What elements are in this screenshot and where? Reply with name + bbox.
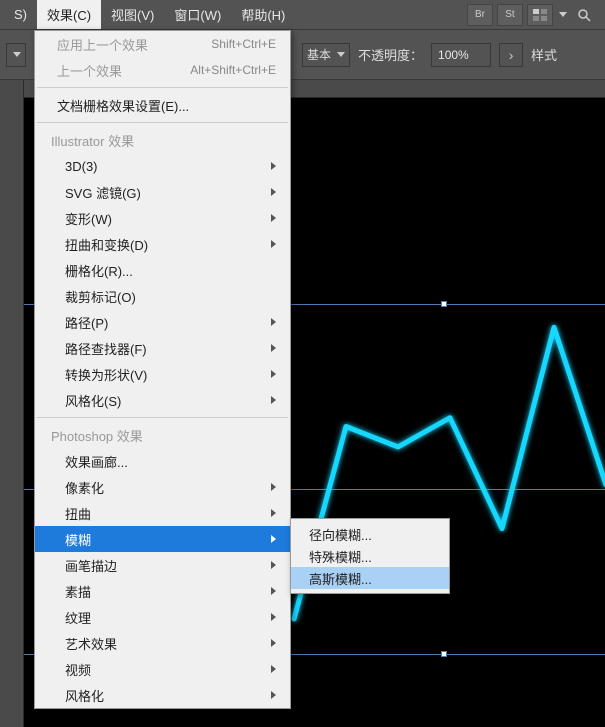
style-label: 样式 (531, 45, 557, 64)
submenu-arrow-icon (271, 188, 276, 196)
submenu-arrow-icon (271, 318, 276, 326)
basic-label: 基本 (307, 46, 331, 63)
submenu-arrow-icon (271, 613, 276, 621)
search-icon[interactable] (571, 4, 597, 26)
menu-label: 转换为形状(V) (65, 365, 147, 384)
submenu-arrow-icon (271, 639, 276, 647)
options-left-fragment[interactable] (6, 43, 26, 67)
shortcut: Alt+Shift+Ctrl+E (190, 63, 276, 77)
ai-effect-item[interactable]: 转换为形状(V) (35, 361, 290, 387)
ps-effect-item[interactable]: 风格化 (35, 682, 290, 708)
menu-label: 模糊 (65, 530, 91, 549)
submenu-arrow-icon (271, 162, 276, 170)
ai-effect-item[interactable]: 3D(3) (35, 153, 290, 179)
submenu-arrow-icon (271, 665, 276, 673)
menu-label: 路径(P) (65, 313, 108, 332)
ps-effect-item[interactable]: 艺术效果 (35, 630, 290, 656)
opacity-input[interactable]: 100% (431, 43, 491, 67)
submenu-arrow-icon (271, 370, 276, 378)
ai-effect-item[interactable]: 扭曲和变换(D) (35, 231, 290, 257)
menu-label: 纹理 (65, 608, 91, 627)
menu-label: 效果画廊... (65, 452, 128, 471)
opacity-more-button[interactable]: › (499, 43, 523, 67)
chevron-down-icon[interactable] (559, 12, 567, 17)
submenu-arrow-icon (271, 509, 276, 517)
submenu-arrow-icon (271, 214, 276, 222)
menu-label: 路径查找器(F) (65, 339, 147, 358)
submenu-arrow-icon (271, 240, 276, 248)
menu-label: 扭曲 (65, 504, 91, 523)
menu-separator (37, 122, 288, 123)
submenu-arrow-icon (271, 396, 276, 404)
ruler-vertical (0, 80, 24, 727)
menu-separator (37, 417, 288, 418)
stock-icon[interactable]: St (497, 4, 523, 26)
menu-separator (37, 87, 288, 88)
ai-effect-item[interactable]: SVG 滤镜(G) (35, 179, 290, 205)
menu-label: 素描 (65, 582, 91, 601)
ps-effect-item[interactable]: 像素化 (35, 474, 290, 500)
menu-label: 上一个效果 (57, 61, 122, 80)
submenu-arrow-icon (271, 535, 276, 543)
chevron-down-icon (13, 52, 21, 57)
workspace-switcher-icon[interactable] (527, 4, 553, 26)
menu-view[interactable]: 视图(V) (101, 0, 164, 29)
ai-effect-item[interactable]: 栅格化(R)... (35, 257, 290, 283)
menu-help[interactable]: 帮助(H) (231, 0, 295, 29)
submenu-arrow-icon (271, 691, 276, 699)
apply-last-effect: 应用上一个效果 Shift+Ctrl+E (35, 31, 290, 57)
chevron-down-icon (337, 52, 345, 57)
submenu-arrow-icon (271, 561, 276, 569)
basic-dropdown[interactable]: 基本 (302, 43, 350, 67)
shortcut: Shift+Ctrl+E (211, 37, 276, 51)
ps-effect-item[interactable]: 纹理 (35, 604, 290, 630)
menu-window[interactable]: 窗口(W) (164, 0, 231, 29)
last-effect: 上一个效果 Alt+Shift+Ctrl+E (35, 57, 290, 83)
ai-effect-item[interactable]: 裁剪标记(O) (35, 283, 290, 309)
menu-label: 视频 (65, 660, 91, 679)
ai-effect-item[interactable]: 路径(P) (35, 309, 290, 335)
menubar: S) 效果(C) 视图(V) 窗口(W) 帮助(H) Br St (0, 0, 605, 30)
submenu-arrow-icon (271, 587, 276, 595)
ai-effect-item[interactable]: 变形(W) (35, 205, 290, 231)
menu-label: 文档栅格效果设置(E)... (57, 96, 189, 115)
ps-effect-item[interactable]: 画笔描边 (35, 552, 290, 578)
section-photoshop: Photoshop 效果 (35, 422, 290, 448)
ps-effect-item[interactable]: 视频 (35, 656, 290, 682)
bridge-icon[interactable]: Br (467, 4, 493, 26)
menu-label: 变形(W) (65, 209, 112, 228)
effects-dropdown: 应用上一个效果 Shift+Ctrl+E 上一个效果 Alt+Shift+Ctr… (34, 30, 291, 709)
submenu-arrow-icon (271, 483, 276, 491)
menu-label: 风格化 (65, 686, 104, 705)
section-illustrator: Illustrator 效果 (35, 127, 290, 153)
menu-label: 风格化(S) (65, 391, 121, 410)
menu-label: 裁剪标记(O) (65, 287, 136, 306)
menu-label: 扭曲和变换(D) (65, 235, 148, 254)
menu-label: 应用上一个效果 (57, 35, 148, 54)
radial-blur[interactable]: 径向模糊... (291, 523, 449, 545)
menu-label: 画笔描边 (65, 556, 117, 575)
ps-effect-item[interactable]: 效果画廊... (35, 448, 290, 474)
gaussian-blur[interactable]: 高斯模糊... (291, 567, 449, 589)
opacity-label: 不透明度： (358, 45, 423, 64)
blur-menu-item[interactable]: 模糊 (35, 526, 290, 552)
menu-label: 艺术效果 (65, 634, 117, 653)
menu-truncated[interactable]: S) (4, 2, 37, 27)
ai-effect-item[interactable]: 路径查找器(F) (35, 335, 290, 361)
menu-label: 像素化 (65, 478, 104, 497)
menu-label: 3D(3) (65, 159, 98, 174)
ai-effect-item[interactable]: 风格化(S) (35, 387, 290, 413)
blur-submenu: 径向模糊... 特殊模糊... 高斯模糊... (290, 518, 450, 594)
menu-label: 栅格化(R)... (65, 261, 133, 280)
ps-effect-item[interactable]: 素描 (35, 578, 290, 604)
menu-label: SVG 滤镜(G) (65, 183, 141, 202)
menu-effects[interactable]: 效果(C) (37, 0, 101, 29)
ps-effect-item[interactable]: 扭曲 (35, 500, 290, 526)
submenu-arrow-icon (271, 344, 276, 352)
smart-blur[interactable]: 特殊模糊... (291, 545, 449, 567)
doc-raster-settings[interactable]: 文档栅格效果设置(E)... (35, 92, 290, 118)
